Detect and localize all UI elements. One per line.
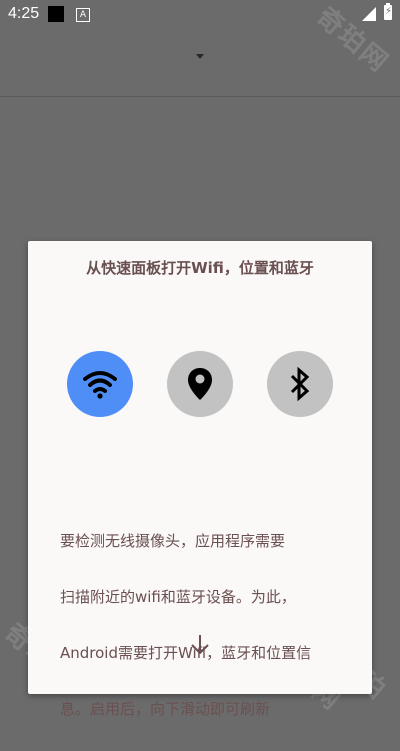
signal-icon [362,7,376,21]
body-line: 扫描附近的wifi和蓝牙设备。为此， [60,588,296,606]
arrow-down-icon[interactable] [188,633,212,657]
wifi-icon [83,371,117,399]
body-line: 息。启用后，向下滑动即可刷新 [60,700,271,718]
dialog-title: 从快速面板打开Wifi，位置和蓝牙 [86,259,314,277]
dialog-body: 要检测无线摄像头，应用程序需要 扫描附近的wifi和蓝牙设备。为此， Andro… [60,499,340,751]
location-pin-icon [188,368,212,400]
dropdown-caret-icon[interactable] [196,54,204,59]
battery-icon: ⚡ [384,3,393,20]
status-time: 4:25 [8,5,40,22]
notification-square-icon [48,6,64,22]
bluetooth-toggle-button[interactable] [267,351,333,417]
permission-dialog: 从快速面板打开Wifi，位置和蓝牙 要检测无线摄像头，应用程序需要 扫描附近的w… [28,241,372,718]
wifi-toggle-button[interactable] [67,351,133,417]
notification-a-icon: A [76,8,90,22]
bluetooth-icon [290,367,310,401]
body-line: 要检测无线摄像头，应用程序需要 [60,532,286,550]
battery-charging-glyph: ⚡ [385,6,393,17]
location-toggle-button[interactable] [167,351,233,417]
